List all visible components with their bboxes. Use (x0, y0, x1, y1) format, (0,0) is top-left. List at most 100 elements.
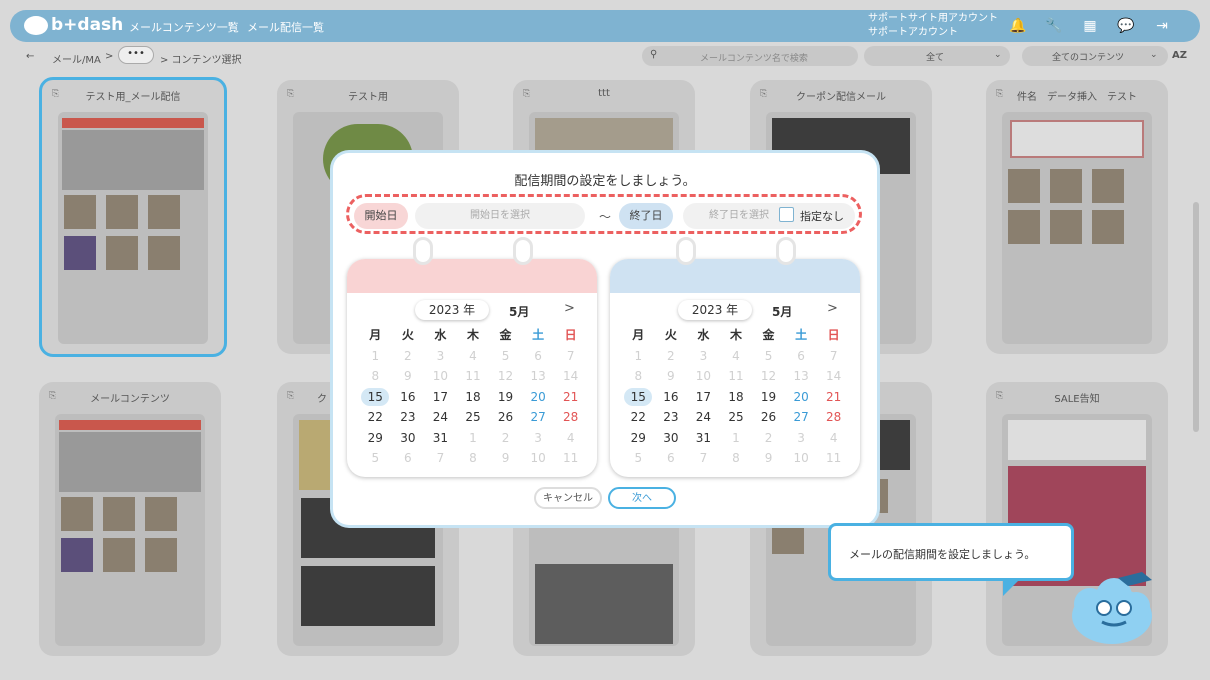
calendar-day[interactable]: 3 (687, 346, 720, 367)
calendar-day[interactable]: 10 (424, 366, 457, 387)
calendar-day[interactable]: 23 (392, 407, 425, 428)
calendar-day[interactable]: 4 (817, 428, 850, 449)
calendar-day[interactable]: 6 (785, 346, 818, 367)
calendar-day[interactable]: 15 (359, 387, 392, 408)
calendar-day[interactable]: 4 (457, 346, 490, 367)
calendar-day[interactable]: 18 (457, 387, 490, 408)
calendar-day[interactable]: 5 (752, 346, 785, 367)
calendar-day[interactable]: 17 (424, 387, 457, 408)
filter-select-contents[interactable]: 全てのコンテンツ ⌄ (1022, 46, 1168, 66)
calendar-day[interactable]: 19 (489, 387, 522, 408)
calendar-day[interactable]: 11 (720, 366, 753, 387)
calendar-day[interactable]: 5 (489, 346, 522, 367)
calendar-day[interactable]: 30 (392, 428, 425, 449)
calendar-day[interactable]: 3 (424, 346, 457, 367)
calendar-day[interactable]: 5 (622, 448, 655, 469)
wrench-icon[interactable]: 🔧 (1044, 16, 1064, 36)
calendar-day[interactable]: 10 (522, 448, 555, 469)
calendar-day[interactable]: 28 (554, 407, 587, 428)
calendar-day[interactable]: 8 (457, 448, 490, 469)
calendar-day[interactable]: 2 (489, 428, 522, 449)
account-info[interactable]: サポートサイト用アカウント サポートアカウント (868, 12, 998, 40)
calendar-day[interactable]: 9 (655, 366, 688, 387)
calendar-day[interactable]: 15 (622, 387, 655, 408)
calendar-day[interactable]: 24 (424, 407, 457, 428)
calendar-day[interactable]: 18 (720, 387, 753, 408)
breadcrumb-mail-ma[interactable]: メール/MA (52, 51, 101, 66)
calendar-day[interactable]: 1 (622, 346, 655, 367)
back-arrow-icon[interactable]: ← (26, 51, 34, 62)
cancel-button[interactable]: キャンセル (534, 487, 602, 509)
calendar-day[interactable]: 14 (554, 366, 587, 387)
calendar-day[interactable]: 14 (817, 366, 850, 387)
content-card[interactable]: ⎘ 件名 データ挿入 テスト (986, 80, 1168, 354)
calendar-day[interactable]: 7 (424, 448, 457, 469)
breadcrumb-more-button[interactable]: ••• (118, 46, 154, 64)
nav-mail-delivery[interactable]: メール配信一覧 (247, 19, 324, 35)
calendar-day[interactable]: 31 (424, 428, 457, 449)
next-month-button[interactable]: > (827, 301, 838, 316)
calendar-day[interactable]: 13 (522, 366, 555, 387)
calendar-day[interactable]: 22 (359, 407, 392, 428)
calendar-day[interactable]: 10 (785, 448, 818, 469)
calendar-day[interactable]: 4 (554, 428, 587, 449)
sort-az-icon[interactable]: AZ (1172, 50, 1187, 61)
calendar-day[interactable]: 26 (752, 407, 785, 428)
calendar-day[interactable]: 9 (489, 448, 522, 469)
calendar-day[interactable]: 11 (457, 366, 490, 387)
calendar-day[interactable]: 7 (817, 346, 850, 367)
nav-mail-contents[interactable]: メールコンテンツ一覧 (129, 19, 239, 35)
calendar-day[interactable]: 1 (359, 346, 392, 367)
calendar-day[interactable]: 8 (622, 366, 655, 387)
calendar-day[interactable]: 8 (359, 366, 392, 387)
page-scrollbar[interactable] (1192, 72, 1200, 672)
calendar-day[interactable]: 27 (522, 407, 555, 428)
month-selector[interactable]: 5月 (772, 303, 792, 320)
grid-icon[interactable]: ▦ (1080, 16, 1100, 36)
calendar-day[interactable]: 20 (785, 387, 818, 408)
calendar-day[interactable]: 28 (817, 407, 850, 428)
calendar-day[interactable]: 3 (522, 428, 555, 449)
calendar-day[interactable]: 1 (457, 428, 490, 449)
calendar-day[interactable]: 11 (554, 448, 587, 469)
calendar-day[interactable]: 25 (457, 407, 490, 428)
logout-icon[interactable]: ⇥ (1152, 16, 1172, 36)
calendar-day[interactable]: 26 (489, 407, 522, 428)
calendar-day[interactable]: 2 (655, 346, 688, 367)
content-card[interactable]: ⎘ テスト用_メール配信 (39, 77, 227, 357)
next-button[interactable]: 次へ (608, 487, 676, 509)
calendar-day[interactable]: 12 (489, 366, 522, 387)
app-logo[interactable]: b+dash (24, 15, 123, 35)
calendar-day[interactable]: 21 (817, 387, 850, 408)
calendar-day[interactable]: 8 (720, 448, 753, 469)
calendar-day[interactable]: 19 (752, 387, 785, 408)
calendar-day[interactable]: 11 (817, 448, 850, 469)
calendar-day[interactable]: 16 (392, 387, 425, 408)
calendar-day[interactable]: 16 (655, 387, 688, 408)
calendar-day[interactable]: 6 (522, 346, 555, 367)
no-end-date-checkbox[interactable] (779, 207, 794, 222)
calendar-day[interactable]: 2 (392, 346, 425, 367)
chat-icon[interactable]: 💬 (1116, 16, 1136, 36)
calendar-day[interactable]: 25 (720, 407, 753, 428)
calendar-day[interactable]: 23 (655, 407, 688, 428)
calendar-day[interactable]: 29 (622, 428, 655, 449)
calendar-day[interactable]: 27 (785, 407, 818, 428)
content-card[interactable]: ⎘ メールコンテンツ (39, 382, 221, 656)
bell-icon[interactable]: 🔔 (1008, 16, 1028, 36)
year-selector[interactable]: 2023 年 (678, 300, 752, 320)
calendar-day[interactable]: 7 (554, 346, 587, 367)
calendar-day[interactable]: 31 (687, 428, 720, 449)
no-end-date-label[interactable]: 指定なし (800, 208, 844, 224)
calendar-day[interactable]: 9 (392, 366, 425, 387)
calendar-day[interactable]: 29 (359, 428, 392, 449)
next-month-button[interactable]: > (564, 301, 575, 316)
month-selector[interactable]: 5月 (509, 303, 529, 320)
calendar-day[interactable]: 6 (655, 448, 688, 469)
start-date-input[interactable]: 開始日を選択 (415, 203, 585, 229)
calendar-day[interactable]: 21 (554, 387, 587, 408)
calendar-day[interactable]: 6 (392, 448, 425, 469)
calendar-day[interactable]: 7 (687, 448, 720, 469)
calendar-day[interactable]: 2 (752, 428, 785, 449)
calendar-day[interactable]: 3 (785, 428, 818, 449)
